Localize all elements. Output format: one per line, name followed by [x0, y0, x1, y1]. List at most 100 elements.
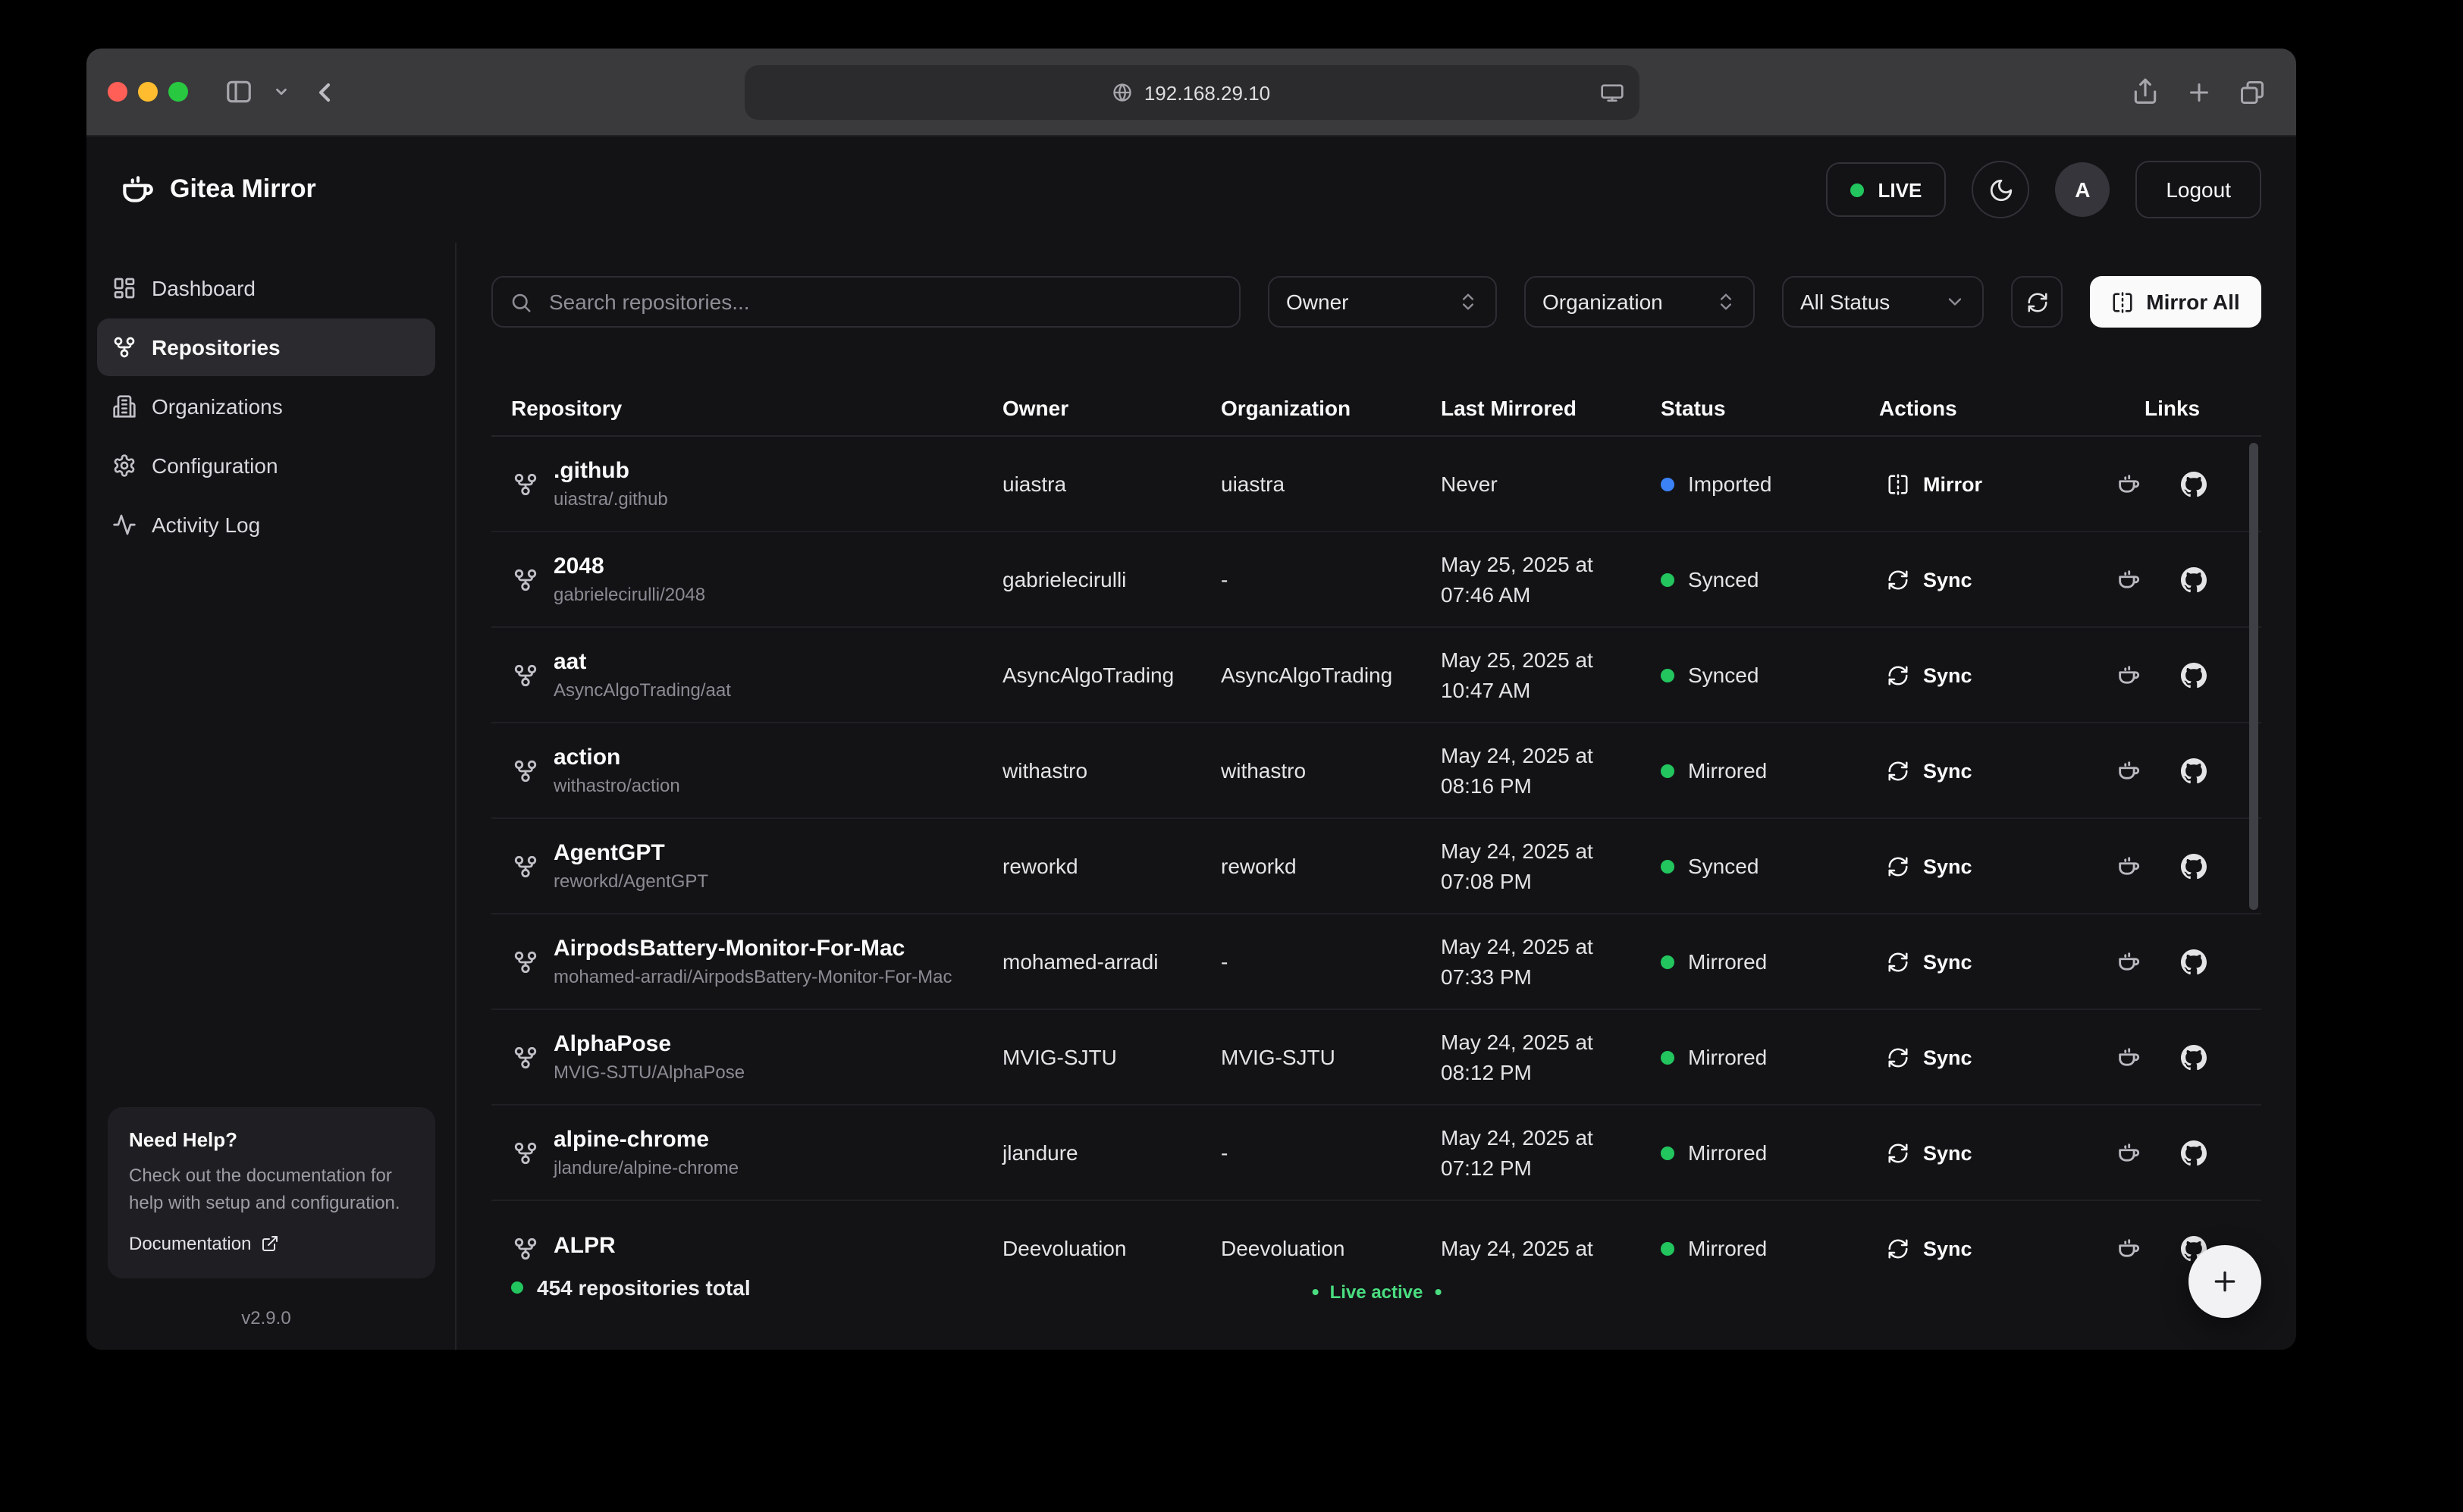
main-content: Owner Organization All Status [457, 243, 2296, 1350]
gitea-link[interactable] [2116, 566, 2141, 592]
github-icon [2181, 1044, 2207, 1070]
new-tab-icon[interactable] [2185, 78, 2213, 105]
table-row[interactable]: ALPR Deevoluation Deevoluation May 24, 2… [491, 1201, 2261, 1262]
repo-full-name: MVIG-SJTU/AlphaPose [554, 1062, 745, 1083]
live-status-badge: LIVE [1827, 162, 1947, 217]
gitea-link[interactable] [2116, 853, 2141, 879]
avatar[interactable]: A [2055, 162, 2110, 217]
gitea-link[interactable] [2116, 949, 2141, 974]
github-link[interactable] [2181, 853, 2207, 879]
table-row[interactable]: .github uiastra/.github uiastra uiastra … [491, 437, 2261, 532]
tab-overview-icon[interactable] [2239, 78, 2266, 105]
status-filter-select[interactable]: All Status [1782, 276, 1984, 328]
mirror-all-button[interactable]: Mirror All [2090, 276, 2261, 328]
mirror-button[interactable]: Mirror [1868, 460, 2000, 507]
gear-icon [112, 453, 136, 478]
live-bullet [1312, 1289, 1318, 1295]
gitea-link[interactable] [2116, 1044, 2141, 1070]
owner-cell: Deevoluation [983, 1236, 1201, 1260]
github-link[interactable] [2181, 662, 2207, 688]
sidebar-toggle-icon[interactable] [224, 77, 253, 106]
zoom-window-button[interactable] [168, 82, 188, 102]
share-icon[interactable] [2131, 77, 2160, 106]
table-row[interactable]: 2048 gabrielecirulli/2048 gabrielecirull… [491, 532, 2261, 628]
sync-button[interactable]: Sync [1868, 938, 1991, 985]
sync-button[interactable]: Sync [1868, 842, 1991, 889]
status-label: Mirrored [1688, 949, 1767, 974]
github-icon [2181, 758, 2207, 783]
organization-cell: uiastra [1201, 472, 1421, 496]
sync-button[interactable]: Sync [1868, 1225, 1991, 1262]
live-bullet [1435, 1289, 1441, 1295]
gitea-link[interactable] [2116, 1140, 2141, 1165]
github-link[interactable] [2181, 471, 2207, 497]
repo-name: AirpodsBattery-Monitor-For-Mac [554, 936, 952, 961]
status-dot [1661, 1050, 1674, 1064]
sidebar-item-dashboard[interactable]: Dashboard [97, 259, 435, 317]
github-link[interactable] [2181, 949, 2207, 974]
status-cell: Mirrored [1641, 1140, 1859, 1165]
gitea-link[interactable] [2116, 471, 2141, 497]
github-link[interactable] [2181, 1044, 2207, 1070]
github-link[interactable] [2181, 758, 2207, 783]
column-header: Links [2078, 395, 2261, 419]
chevron-down-icon[interactable] [273, 83, 290, 100]
minimize-window-button[interactable] [138, 82, 158, 102]
github-link[interactable] [2181, 566, 2207, 592]
sidebar-item-activity-log[interactable]: Activity Log [97, 496, 435, 554]
status-cell: Synced [1641, 567, 1859, 591]
column-header: Organization [1201, 395, 1421, 419]
sync-button[interactable]: Sync [1868, 651, 1991, 698]
repo-full-name: jlandure/alpine-chrome [554, 1157, 739, 1178]
owner-cell: jlandure [983, 1140, 1201, 1165]
last-mirrored-cell: May 24, 2025 at 07:08 PM [1421, 835, 1641, 896]
sync-button[interactable]: Sync [1868, 1034, 1991, 1081]
reader-icon[interactable] [1599, 80, 1624, 105]
git-fork-icon [513, 1235, 538, 1261]
chevrons-up-down-icon [1715, 291, 1737, 312]
globe-icon [1112, 82, 1134, 103]
logout-button[interactable]: Logout [2135, 161, 2261, 218]
sync-icon [1887, 1237, 1909, 1259]
table-row[interactable]: AirpodsBattery-Monitor-For-Mac mohamed-a… [491, 914, 2261, 1010]
gitea-icon [2116, 471, 2141, 497]
table-row[interactable]: AgentGPT reworkd/AgentGPT reworkd rework… [491, 819, 2261, 914]
sidebar-item-organizations[interactable]: Organizations [97, 378, 435, 435]
repo-name: ALPR [554, 1233, 616, 1259]
table-row[interactable]: aat AsyncAlgoTrading/aat AsyncAlgoTradin… [491, 628, 2261, 723]
organization-filter-select[interactable]: Organization [1524, 276, 1755, 328]
back-icon[interactable] [309, 77, 340, 107]
sidebar-item-repositories[interactable]: Repositories [97, 318, 435, 376]
sync-icon [1887, 950, 1909, 973]
sync-button[interactable]: Sync [1868, 556, 1991, 603]
gitea-icon [2116, 566, 2141, 592]
gitea-icon [2116, 853, 2141, 879]
documentation-link[interactable]: Documentation [129, 1233, 278, 1254]
app-title: Gitea Mirror [170, 174, 316, 205]
git-fork-icon [513, 949, 538, 974]
sync-button[interactable]: Sync [1868, 747, 1991, 794]
table-row[interactable]: alpine-chrome jlandure/alpine-chrome jla… [491, 1106, 2261, 1201]
mirror-icon [2111, 290, 2134, 313]
address-bar[interactable]: 192.168.29.10 [744, 65, 1639, 120]
search-input[interactable] [546, 288, 1222, 315]
table-row[interactable]: AlphaPose MVIG-SJTU/AlphaPose MVIG-SJTU … [491, 1010, 2261, 1106]
gitea-link[interactable] [2116, 1235, 2141, 1261]
last-mirrored-cell: May 25, 2025 at 07:46 AM [1421, 548, 1641, 610]
gitea-link[interactable] [2116, 662, 2141, 688]
scrollbar-thumb[interactable] [2249, 443, 2258, 910]
repo-name: .github [554, 458, 668, 484]
sidebar-item-configuration[interactable]: Configuration [97, 437, 435, 494]
repo-name: AlphaPose [554, 1031, 745, 1057]
gitea-link[interactable] [2116, 758, 2141, 783]
theme-toggle-button[interactable] [1972, 161, 2029, 218]
organization-cell: - [1201, 567, 1421, 591]
close-window-button[interactable] [108, 82, 127, 102]
refresh-button[interactable] [2011, 276, 2063, 328]
github-link[interactable] [2181, 1140, 2207, 1165]
sync-button[interactable]: Sync [1868, 1129, 1991, 1176]
gitea-icon [2116, 949, 2141, 974]
table-row[interactable]: action withastro/action withastro withas… [491, 723, 2261, 819]
owner-filter-select[interactable]: Owner [1268, 276, 1497, 328]
add-repository-fab-button[interactable] [2188, 1245, 2261, 1318]
